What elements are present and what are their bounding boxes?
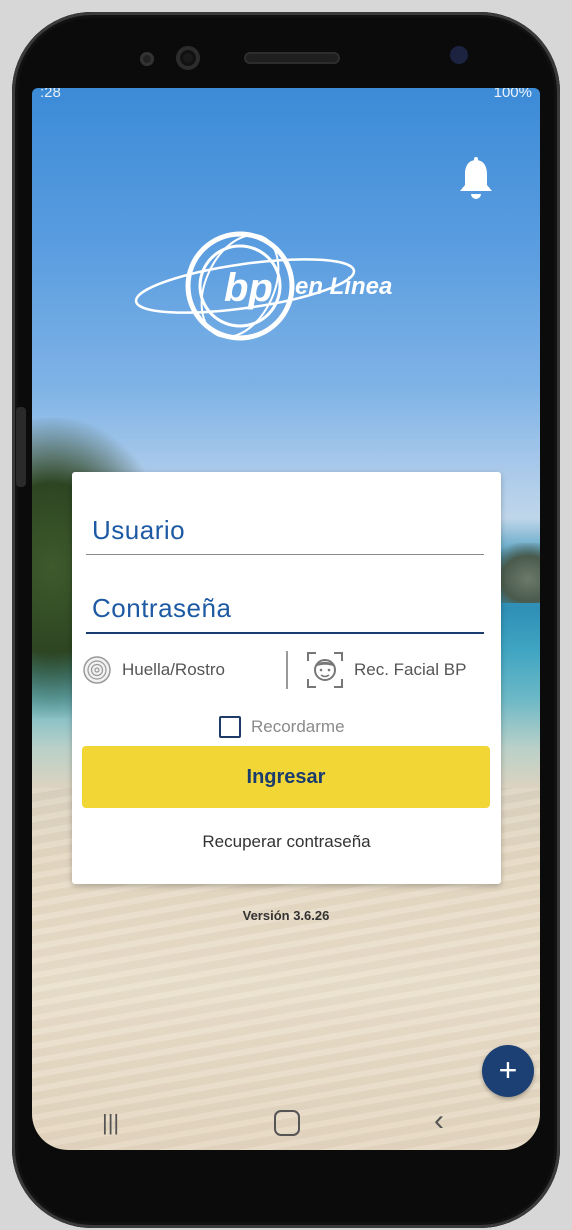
fingerprint-face-label: Huella/Rostro bbox=[122, 660, 225, 679]
proximity-sensor bbox=[450, 46, 468, 64]
front-camera bbox=[176, 46, 200, 70]
password-label: Contraseña bbox=[92, 593, 232, 623]
login-button[interactable]: Ingresar bbox=[82, 746, 490, 808]
username-label: Usuario bbox=[92, 515, 186, 545]
biometric-options: Huella/Rostro Rec. Facial BP bbox=[82, 647, 492, 691]
face-scan-icon bbox=[307, 652, 343, 688]
biometric-divider bbox=[286, 651, 288, 689]
remember-me[interactable]: Recordarme bbox=[219, 716, 345, 738]
back-icon[interactable]: ‹ bbox=[434, 1104, 444, 1138]
recover-password-link[interactable]: Recuperar contraseña bbox=[72, 832, 501, 852]
logo-wordmark: en Linea bbox=[295, 273, 393, 300]
facial-recognition-label: Rec. Facial BP bbox=[354, 660, 467, 679]
username-field[interactable]: Usuario bbox=[86, 502, 484, 555]
system-navigation-bar: ||| ‹ bbox=[32, 1098, 540, 1150]
add-fab-button[interactable]: + bbox=[482, 1045, 534, 1097]
battery-percentage: 100% bbox=[493, 88, 532, 101]
svg-text:bp: bp bbox=[224, 266, 273, 310]
facial-recognition-button[interactable]: Rec. Facial BP bbox=[306, 651, 466, 689]
notification-bell-icon[interactable] bbox=[456, 156, 496, 202]
home-icon[interactable] bbox=[274, 1110, 300, 1136]
earpiece-speaker bbox=[244, 52, 340, 64]
fingerprint-face-login-button[interactable]: Huella/Rostro bbox=[82, 653, 225, 687]
fingerprint-icon bbox=[83, 656, 111, 684]
login-card: Usuario Contraseña Huella/Rostro Rec. Fa… bbox=[72, 472, 501, 884]
phone-side-button bbox=[16, 407, 26, 487]
front-sensor bbox=[140, 52, 154, 66]
remember-checkbox[interactable] bbox=[219, 716, 241, 738]
status-time: :28 bbox=[40, 88, 61, 101]
password-field[interactable]: Contraseña bbox=[86, 580, 484, 634]
recent-apps-icon[interactable]: ||| bbox=[102, 1110, 119, 1136]
app-screen: :28 100% bp en Linea Usuario Contraseña bbox=[32, 88, 540, 1150]
status-bar: :28 100% bbox=[32, 88, 540, 122]
app-version: Versión 3.6.26 bbox=[242, 908, 330, 923]
remember-label: Recordarme bbox=[251, 717, 345, 736]
